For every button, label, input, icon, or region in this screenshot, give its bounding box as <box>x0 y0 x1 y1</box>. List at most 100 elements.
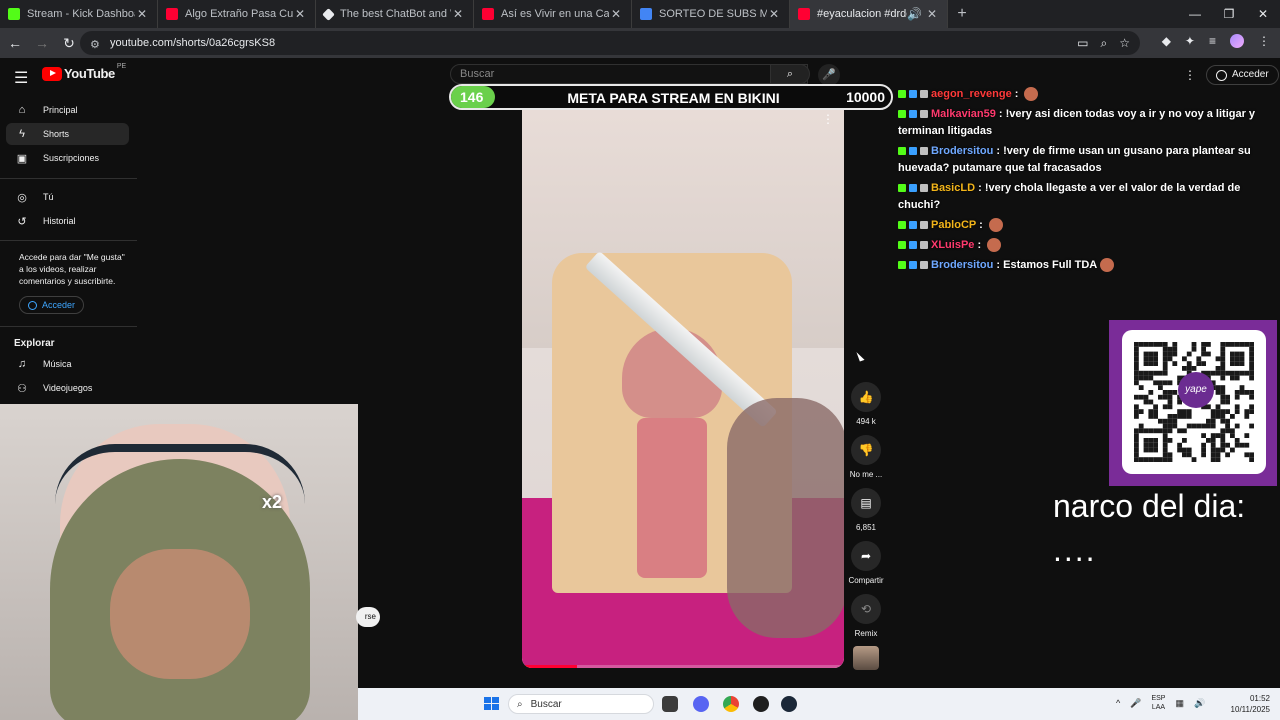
qr-module <box>1143 399 1149 405</box>
qr-module <box>1206 342 1211 347</box>
qr-module <box>1249 342 1254 347</box>
sidebar-item-shorts[interactable]: ϟ Shorts <box>6 123 129 145</box>
browser-tab[interactable]: Así es Vivir en una Casa de 3 M✕ <box>474 0 632 28</box>
qr-module <box>1234 438 1240 443</box>
qr-module <box>1249 409 1254 414</box>
sidebar-item-history[interactable]: ↺ Historial <box>6 210 129 232</box>
new-tab-button[interactable]: + <box>948 0 976 28</box>
network-icon[interactable]: ▦ <box>1175 698 1184 709</box>
audio-source-thumbnail[interactable] <box>853 646 879 670</box>
qr-module <box>1138 370 1144 376</box>
browser-tab[interactable]: Stream - Kick Dashboard✕ <box>0 0 158 28</box>
qr-module <box>1201 342 1206 347</box>
bookmark-star-icon[interactable]: ☆ <box>1119 36 1130 51</box>
remix-button[interactable]: ⟲ Remix <box>842 594 890 638</box>
language-indicator[interactable]: ESP LAA <box>1151 694 1165 712</box>
share-button[interactable]: ➦ Compartir <box>842 541 890 585</box>
video-progress-bar[interactable] <box>522 665 844 668</box>
forward-icon[interactable]: → <box>30 35 54 51</box>
qr-module <box>1134 366 1139 371</box>
qr-module <box>1201 433 1206 438</box>
omnibox[interactable]: ⚙ youtube.com/shorts/0a26cgrsKS8 ▭ ⌕ ☆ <box>80 31 1140 55</box>
youtube-logo[interactable]: YouTube PE <box>42 63 126 81</box>
close-window-button[interactable]: ✕ <box>1246 0 1280 28</box>
chevron-up-icon[interactable]: ^ <box>1116 698 1120 708</box>
hamburger-menu-icon[interactable]: ☰ <box>14 68 28 88</box>
volume-icon[interactable]: 🔊 <box>1194 698 1205 709</box>
back-icon[interactable]: ← <box>3 35 27 51</box>
search-icon: ⌕ <box>517 698 523 710</box>
search-button[interactable]: ⌕ <box>770 64 810 84</box>
chrome-menu-icon[interactable]: ⋮ <box>1258 34 1270 48</box>
qr-module <box>1244 409 1250 414</box>
signin-button[interactable]: Acceder <box>1206 65 1279 85</box>
qr-module <box>1134 457 1139 462</box>
chat-separator: : <box>995 108 1006 120</box>
url-text[interactable]: youtube.com/shorts/0a26cgrsKS8 <box>110 37 1077 49</box>
qr-module <box>1191 342 1197 347</box>
qr-module <box>1220 356 1226 362</box>
close-tab-icon[interactable]: ✕ <box>767 7 781 21</box>
file-explorer-icon[interactable] <box>662 696 678 712</box>
sidebar-item-gaming[interactable]: ⚇ Videojuegos <box>6 377 129 399</box>
dislike-button[interactable]: 👎 No me ... <box>842 435 890 479</box>
maximize-button[interactable]: ❐ <box>1212 0 1246 28</box>
extension-icon[interactable]: ◆ <box>1162 34 1171 48</box>
cast-icon[interactable]: ▭ <box>1077 36 1088 51</box>
minimize-button[interactable]: — <box>1178 0 1212 28</box>
qr-module <box>1210 433 1216 438</box>
extensions-puzzle-icon[interactable]: ✦ <box>1185 34 1195 48</box>
sidebar-signin-button[interactable]: Acceder <box>19 296 85 314</box>
zoom-icon[interactable]: ⌕ <box>1101 36 1108 51</box>
site-info-icon[interactable]: ⚙ <box>90 38 102 51</box>
qr-module <box>1162 351 1168 357</box>
shorts-video-player[interactable]: ⋮ <box>522 98 844 668</box>
browser-tab-active[interactable]: #eyaculacion #drdomingo🔊✕ <box>790 0 948 28</box>
taskbar-clock[interactable]: 01:52 10/11/2025 <box>1222 693 1270 715</box>
profile-avatar-icon[interactable] <box>1230 34 1244 48</box>
sidebar-item-subscriptions[interactable]: ▣ Suscripciones <box>6 147 129 169</box>
qr-module <box>1153 356 1158 362</box>
qr-module <box>1172 390 1178 395</box>
browser-tab[interactable]: The best ChatBot and Widgets✕ <box>316 0 474 28</box>
sidebar-item-you[interactable]: ◎ Tú <box>6 186 129 208</box>
qr-module <box>1167 418 1173 424</box>
close-tab-icon[interactable]: ✕ <box>925 7 939 21</box>
settings-kebab-icon[interactable]: ⋮ <box>1184 68 1196 82</box>
sidebar-item-music[interactable]: ♫ Música <box>6 353 129 375</box>
comments-button[interactable]: ▤ 6,851 <box>842 488 890 532</box>
close-tab-icon[interactable]: ✕ <box>293 7 307 21</box>
qr-module <box>1215 457 1221 462</box>
discord-icon[interactable] <box>693 696 709 712</box>
chat-separator: : <box>993 145 1004 157</box>
qr-module <box>1234 375 1240 381</box>
qr-module <box>1234 342 1240 347</box>
close-tab-icon[interactable]: ✕ <box>609 7 623 21</box>
mic-icon[interactable]: 🎤 <box>1130 698 1141 709</box>
taskbar-search[interactable]: ⌕ Buscar <box>508 694 654 714</box>
qr-module <box>1225 418 1230 424</box>
qr-module <box>1143 356 1149 362</box>
sidebar-item-home[interactable]: ⌂ Principal <box>6 99 129 121</box>
search-input[interactable]: Buscar <box>450 64 808 84</box>
mute-tab-icon[interactable]: 🔊 <box>907 7 922 21</box>
windows-start-icon[interactable] <box>484 697 500 711</box>
qr-module <box>1138 385 1144 390</box>
video-options-icon[interactable]: ⋮ <box>822 112 834 126</box>
steam-icon[interactable] <box>781 696 797 712</box>
browser-tab[interactable]: Algo Extraño Pasa Cuando Rast✕ <box>158 0 316 28</box>
browser-tab[interactable]: SORTEO DE SUBS MENSUA - D✕ <box>632 0 790 28</box>
like-button[interactable]: 👍 494 k <box>842 382 890 426</box>
chat-badge-icon <box>898 184 906 193</box>
voice-search-button[interactable]: 🎤 <box>818 64 840 86</box>
obs-icon[interactable] <box>753 696 769 712</box>
subscribe-pill[interactable]: rse <box>356 607 380 627</box>
reading-list-icon[interactable]: ≡ <box>1209 34 1216 48</box>
qr-module <box>1182 409 1187 414</box>
close-tab-icon[interactable]: ✕ <box>135 7 149 21</box>
reload-icon[interactable]: ↻ <box>57 35 81 52</box>
chrome-icon[interactable] <box>723 696 739 712</box>
qr-module <box>1162 394 1168 400</box>
chat-username: Brodersitou <box>931 145 994 157</box>
close-tab-icon[interactable]: ✕ <box>451 7 465 21</box>
